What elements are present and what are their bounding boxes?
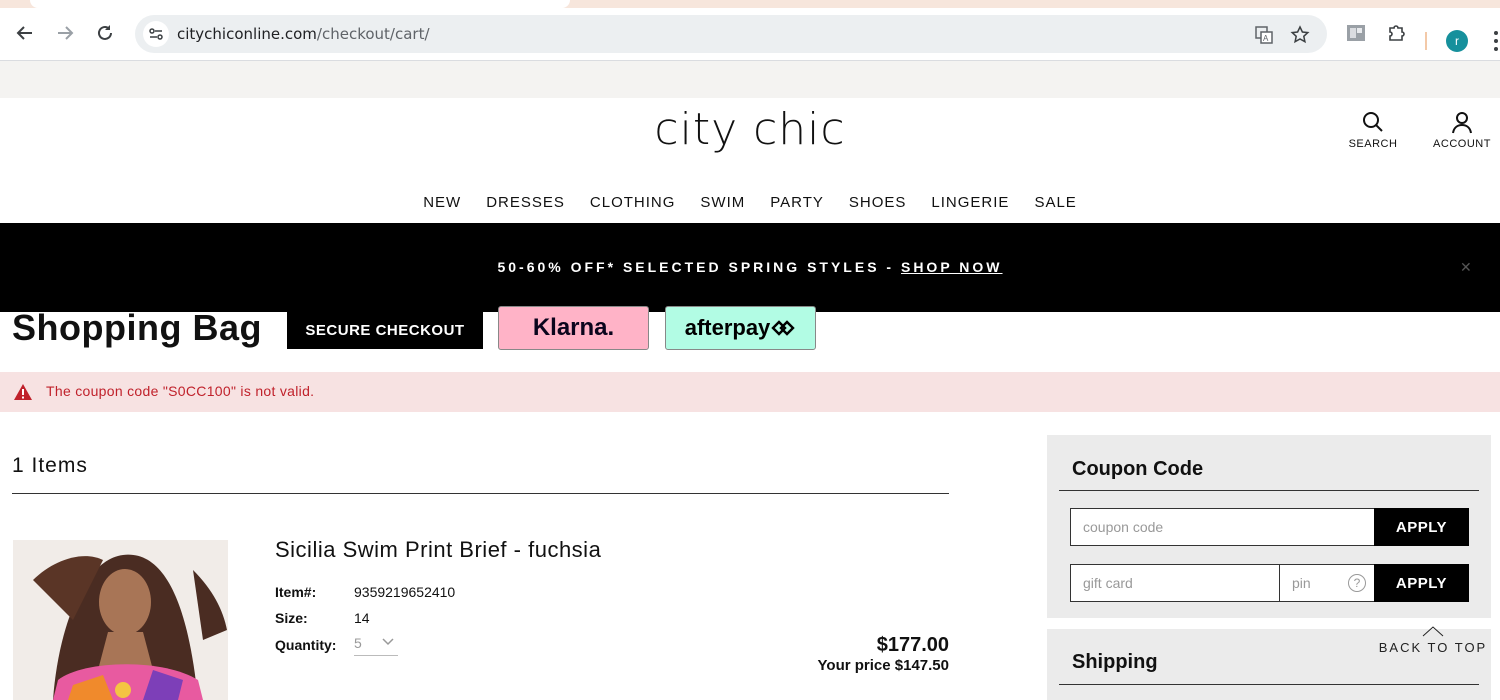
top-strip	[0, 61, 1500, 98]
chevron-down-icon	[382, 638, 394, 646]
address-bar[interactable]: citychiconline.com/checkout/cart/ A	[135, 15, 1327, 53]
coupon-divider	[1059, 490, 1479, 491]
quantity-value: 5	[354, 635, 362, 651]
item-number-value: 9359219652410	[354, 584, 456, 600]
quantity-select[interactable]: 5	[354, 635, 398, 656]
search-icon	[1363, 112, 1383, 132]
warning-icon	[14, 384, 32, 400]
product-name[interactable]: Sicilia Swim Print Brief - fuchsia	[275, 537, 601, 563]
browser-toolbar: citychiconline.com/checkout/cart/ A r	[0, 8, 1500, 61]
site-header: city chic SEARCH ACCOUNT NEW DRESSES CLO…	[0, 98, 1500, 223]
close-icon[interactable]: ✕	[1460, 259, 1472, 276]
nav-swim[interactable]: SWIM	[700, 194, 745, 211]
shop-now-link[interactable]: SHOP NOW	[901, 259, 1003, 275]
back-to-top-label: BACK TO TOP	[1378, 640, 1488, 655]
promo-text: 50-60% OFF* SELECTED SPRING STYLES - SHO…	[0, 259, 1500, 275]
extension-photo-icon[interactable]	[1344, 21, 1368, 45]
nav-shoes[interactable]: SHOES	[849, 194, 907, 211]
size-label: Size:	[275, 610, 308, 626]
back-arrow-icon[interactable]	[12, 20, 38, 46]
extensions-puzzle-icon[interactable]	[1385, 21, 1409, 45]
profile-avatar[interactable]: r	[1446, 30, 1468, 52]
search-label: SEARCH	[1348, 138, 1398, 150]
coupon-error-alert: The coupon code "S0CC100" is not valid.	[0, 372, 1500, 412]
your-price: Your price $147.50	[817, 657, 949, 674]
apply-gift-card-button[interactable]: APPLY	[1374, 564, 1469, 602]
account-label: ACCOUNT	[1433, 138, 1491, 150]
search-button[interactable]: SEARCH	[1333, 110, 1413, 150]
pin-placeholder: pin	[1292, 575, 1311, 591]
chevron-up-icon	[1422, 626, 1444, 637]
coupon-heading: Coupon Code	[1072, 458, 1204, 480]
alert-message: The coupon code "S0CC100" is not valid.	[46, 383, 315, 399]
nav-clothing[interactable]: CLOTHING	[590, 194, 676, 211]
afterpay-label: afterpay	[684, 315, 771, 340]
nav-new[interactable]: NEW	[423, 194, 461, 211]
tab-strip	[0, 0, 1500, 8]
active-tab[interactable]	[30, 0, 570, 8]
klarna-button[interactable]: Klarna.	[498, 306, 649, 350]
back-to-top-button[interactable]: BACK TO TOP	[1378, 625, 1488, 655]
reload-icon[interactable]	[92, 20, 118, 46]
account-icon	[1452, 112, 1472, 134]
toolbar-separator	[1425, 32, 1427, 50]
product-image[interactable]	[13, 540, 228, 700]
help-icon[interactable]: ?	[1348, 574, 1366, 592]
nav-lingerie[interactable]: LINGERIE	[931, 194, 1009, 211]
nav-party[interactable]: PARTY	[770, 194, 824, 211]
url-text[interactable]: citychiconline.com/checkout/cart/	[177, 25, 430, 43]
afterpay-arrows-icon	[771, 320, 795, 336]
forward-arrow-icon[interactable]	[52, 20, 78, 46]
secure-checkout-button[interactable]: SECURE CHECKOUT	[287, 311, 483, 349]
coupon-panel: Coupon Code coupon code APPLY gift card …	[1047, 435, 1491, 618]
nav-sale[interactable]: SALE	[1034, 194, 1076, 211]
shipping-divider	[1059, 684, 1479, 685]
nav-dresses[interactable]: DRESSES	[486, 194, 565, 211]
items-count-heading: 1 Items	[12, 454, 88, 477]
url-path: /checkout/cart/	[316, 25, 430, 43]
main-nav: NEW DRESSES CLOTHING SWIM PARTY SHOES LI…	[0, 194, 1500, 211]
product-price: $177.00	[876, 634, 949, 656]
shipping-heading: Shipping	[1072, 651, 1158, 673]
items-divider	[12, 493, 949, 494]
account-button[interactable]: ACCOUNT	[1422, 110, 1500, 150]
size-value: 14	[354, 610, 370, 626]
svg-text:A: A	[1263, 34, 1269, 43]
page-title: Shopping Bag	[12, 307, 262, 348]
site-logo[interactable]: city chic	[0, 104, 1500, 155]
url-domain: citychiconline.com	[177, 25, 317, 43]
apply-coupon-button[interactable]: APPLY	[1374, 508, 1469, 546]
translate-icon[interactable]: A	[1253, 24, 1275, 46]
gift-card-input[interactable]: gift card	[1070, 564, 1281, 602]
bookmark-star-icon[interactable]	[1289, 24, 1311, 46]
promo-message: 50-60% OFF* SELECTED SPRING STYLES -	[497, 259, 901, 275]
item-number-label: Item#:	[275, 584, 317, 600]
browser-menu-icon[interactable]	[1490, 28, 1500, 54]
coupon-code-input[interactable]: coupon code	[1070, 508, 1375, 546]
promo-banner: 50-60% OFF* SELECTED SPRING STYLES - SHO…	[0, 223, 1500, 312]
site-info-icon[interactable]	[143, 21, 169, 47]
quantity-label: Quantity:	[275, 637, 337, 653]
afterpay-button[interactable]: afterpay	[665, 306, 816, 350]
